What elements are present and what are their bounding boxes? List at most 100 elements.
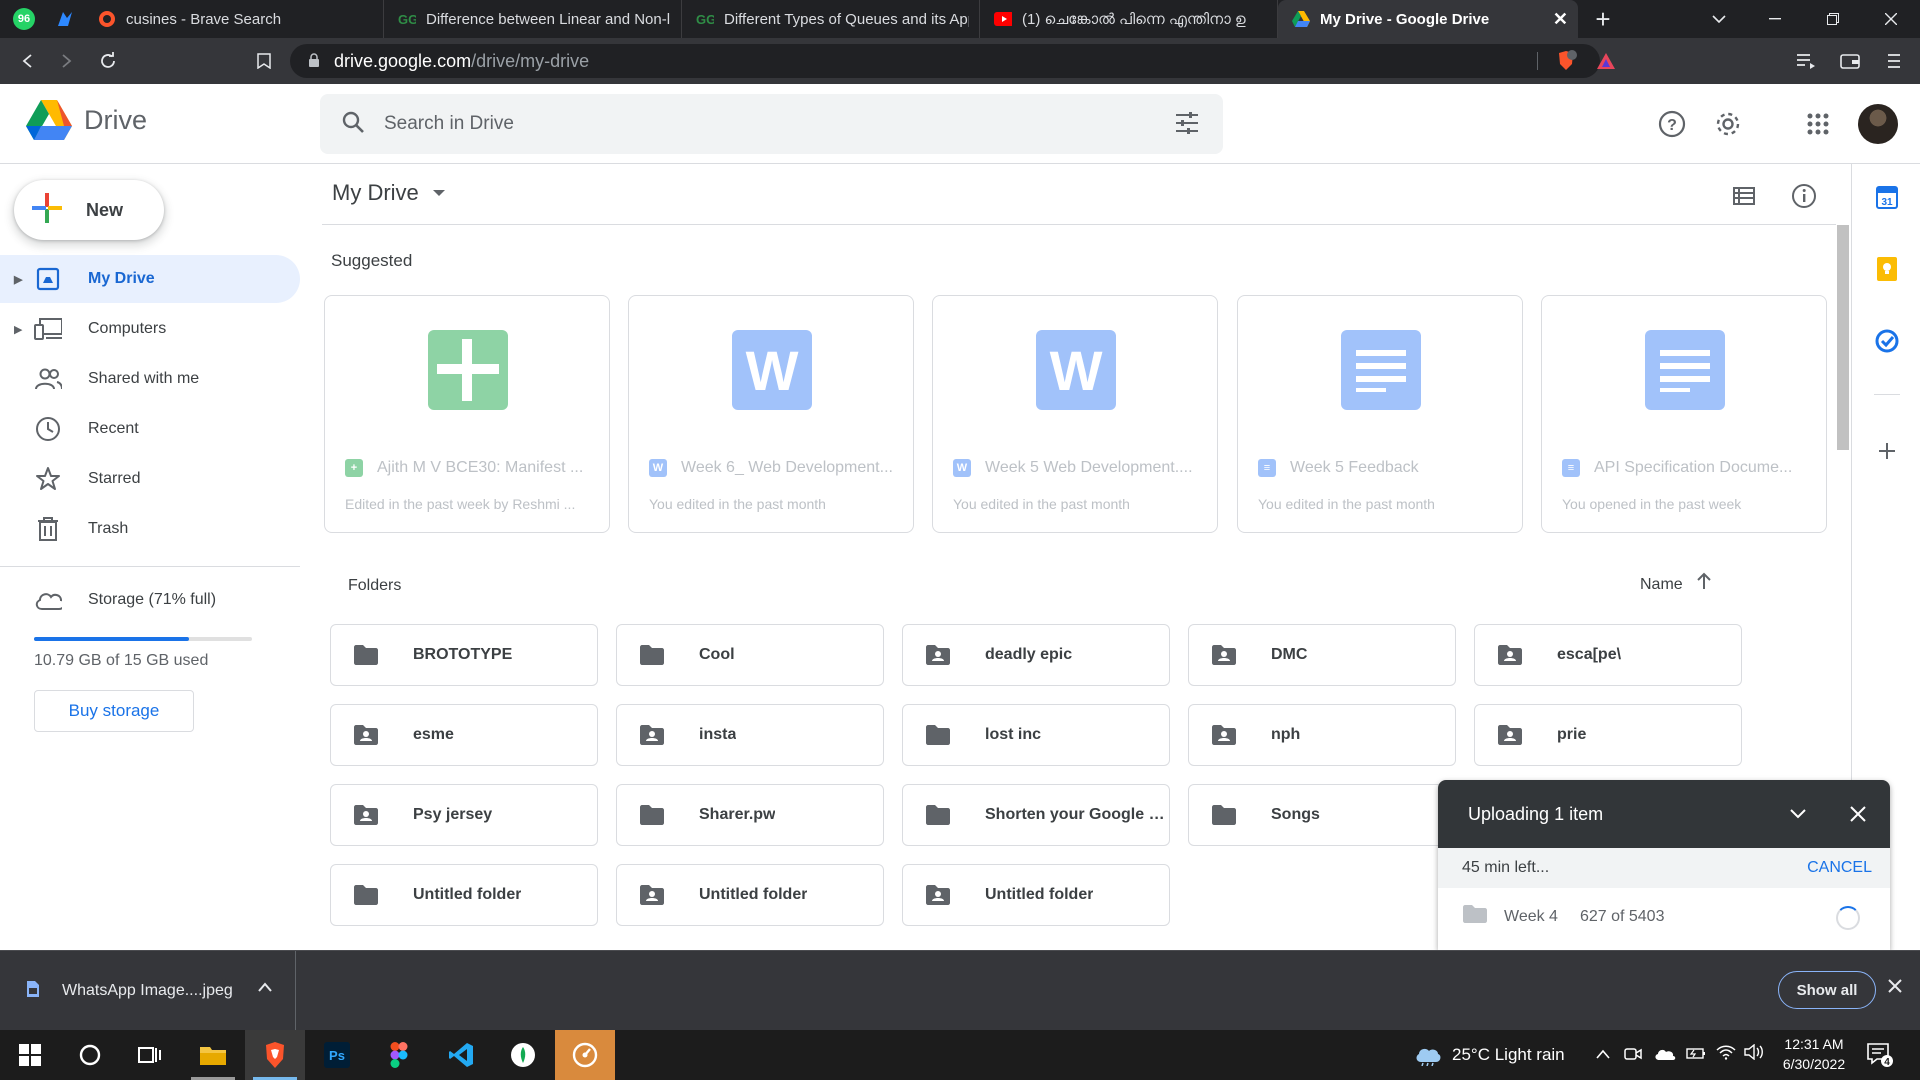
account-avatar[interactable] xyxy=(1858,104,1898,144)
expand-arrow-icon[interactable]: ▶ xyxy=(14,273,22,286)
figma-icon[interactable] xyxy=(369,1030,429,1080)
url-bar[interactable]: drive.google.com/drive/my-drive xyxy=(290,44,1600,78)
close-window-button[interactable] xyxy=(1862,0,1920,38)
drive-logo[interactable]: Drive xyxy=(26,100,147,140)
sidebar-item-my-drive[interactable]: ▶ My Drive xyxy=(0,255,300,303)
chevron-up-icon[interactable] xyxy=(258,979,272,997)
suggested-card[interactable]: + Ajith M V BCE30: Manifest ... Edited i… xyxy=(324,295,610,533)
folder-item[interactable]: Untitled folder xyxy=(616,864,884,926)
page-title[interactable]: My Drive xyxy=(332,180,445,206)
close-download-bar-icon[interactable] xyxy=(1888,979,1902,998)
brave-browser-icon[interactable] xyxy=(245,1030,305,1080)
menu-icon[interactable] xyxy=(1880,47,1908,75)
mongodb-compass-icon[interactable] xyxy=(493,1030,553,1080)
folder-item[interactable]: esme xyxy=(330,704,598,766)
brave-rewards-icon[interactable] xyxy=(1592,47,1620,75)
apps-grid-icon[interactable] xyxy=(1798,104,1838,144)
search-options-icon[interactable] xyxy=(1175,112,1199,139)
messenger-pinned-tab[interactable] xyxy=(54,8,76,30)
tab-youtube[interactable]: (1) ചെങ്കോൽ പിന്നെ എന്തിനാ ഉ xyxy=(980,0,1278,38)
wifi-icon[interactable] xyxy=(1716,1044,1736,1065)
photoshop-icon[interactable]: Ps xyxy=(307,1030,367,1080)
folder-item[interactable]: esca[pe\ xyxy=(1474,624,1742,686)
windows-start-icon[interactable] xyxy=(0,1030,60,1080)
folder-item[interactable]: nph xyxy=(1188,704,1456,766)
folder-item[interactable]: deadly epic xyxy=(902,624,1170,686)
back-arrow-icon[interactable] xyxy=(14,47,42,75)
new-tab-button[interactable]: + xyxy=(1574,0,1632,38)
sort-ascending-arrow-icon[interactable] xyxy=(1696,572,1712,595)
list-view-icon[interactable] xyxy=(1728,180,1760,212)
tab-brave-search[interactable]: cusines - Brave Search xyxy=(84,0,384,38)
sidebar-item-recent[interactable]: Recent xyxy=(0,405,300,453)
folder-item[interactable]: Cool xyxy=(616,624,884,686)
task-view-icon[interactable] xyxy=(120,1030,180,1080)
sort-by-name[interactable]: Name xyxy=(1640,576,1683,594)
sidebar-item-storage[interactable]: Storage (71% full) xyxy=(0,576,300,624)
settings-gear-icon[interactable] xyxy=(1708,104,1748,144)
folder-item[interactable]: Psy jersey xyxy=(330,784,598,846)
weather-text[interactable]: 25°C Light rain xyxy=(1452,1045,1565,1065)
meet-now-icon[interactable] xyxy=(1624,1045,1642,1068)
battery-icon[interactable] xyxy=(1686,1045,1706,1065)
keep-icon[interactable] xyxy=(1874,256,1900,282)
folder-item[interactable]: lost inc xyxy=(902,704,1170,766)
minimize-button[interactable] xyxy=(1746,0,1804,38)
download-item[interactable]: WhatsApp Image....jpeg xyxy=(0,951,296,1031)
tray-chevron-icon[interactable] xyxy=(1596,1044,1610,1064)
folder-item[interactable]: insta xyxy=(616,704,884,766)
vscode-icon[interactable] xyxy=(431,1030,491,1080)
folder-item[interactable]: Shorten your Google Dr... xyxy=(902,784,1170,846)
sidebar-item-starred[interactable]: Starred xyxy=(0,455,300,503)
scrollbar-thumb[interactable] xyxy=(1837,225,1849,450)
volume-icon[interactable] xyxy=(1744,1043,1764,1065)
tab-gfg-linear[interactable]: GG Difference between Linear and Non-lin xyxy=(384,0,682,38)
forward-arrow-icon[interactable] xyxy=(52,47,80,75)
suggested-card[interactable]: W W Week 6_ Web Development... You edite… xyxy=(628,295,914,533)
show-all-button[interactable]: Show all xyxy=(1778,971,1876,1009)
folder-item[interactable]: Songs xyxy=(1188,784,1456,846)
folder-item[interactable]: BROTOTYPE xyxy=(330,624,598,686)
calendar-icon[interactable]: 31 xyxy=(1874,184,1900,210)
sidebar-item-shared-with-me[interactable]: Shared with me xyxy=(0,355,300,403)
system-clock[interactable]: 12:31 AM 6/30/2022 xyxy=(1776,1034,1852,1074)
file-explorer-icon[interactable] xyxy=(183,1030,243,1080)
onedrive-cloud-icon[interactable] xyxy=(1654,1046,1676,1066)
folder-item[interactable]: prie xyxy=(1474,704,1742,766)
notification-center-icon[interactable]: 4 xyxy=(1866,1042,1894,1073)
screen-recorder-icon[interactable] xyxy=(555,1030,615,1080)
folder-item[interactable]: DMC xyxy=(1188,624,1456,686)
wallet-icon[interactable] xyxy=(1836,47,1864,75)
cancel-upload-button[interactable]: CANCEL xyxy=(1807,859,1872,877)
reload-icon[interactable] xyxy=(94,47,122,75)
folder-item[interactable]: Untitled folder xyxy=(902,864,1170,926)
suggested-card[interactable]: ≡ API Specification Docume... You opened… xyxy=(1541,295,1827,533)
info-icon[interactable] xyxy=(1788,180,1820,212)
suggested-card[interactable]: W W Week 5 Web Development.... You edite… xyxy=(932,295,1218,533)
folder-item[interactable]: Untitled folder xyxy=(330,864,598,926)
close-panel-icon[interactable] xyxy=(1846,802,1870,826)
collapse-chevron-icon[interactable] xyxy=(1786,802,1810,826)
cortana-search-icon[interactable] xyxy=(60,1030,120,1080)
add-addon-plus-icon[interactable] xyxy=(1874,438,1900,464)
tasks-icon[interactable] xyxy=(1874,328,1900,354)
whatsapp-pinned-tab[interactable]: 96 xyxy=(13,8,35,30)
bookmark-icon[interactable] xyxy=(250,47,278,75)
playlist-icon[interactable] xyxy=(1792,47,1820,75)
help-icon[interactable]: ? xyxy=(1652,104,1692,144)
expand-arrow-icon[interactable]: ▶ xyxy=(14,323,22,336)
buy-storage-button[interactable]: Buy storage xyxy=(34,690,194,732)
search-icon[interactable] xyxy=(342,111,364,138)
new-button[interactable]: New xyxy=(14,180,164,240)
close-tab-icon[interactable]: ✕ xyxy=(1553,9,1568,30)
tab-google-drive[interactable]: My Drive - Google Drive ✕ xyxy=(1278,0,1578,38)
folder-item[interactable]: Sharer.pw xyxy=(616,784,884,846)
restore-button[interactable] xyxy=(1804,0,1862,38)
sidebar-item-trash[interactable]: Trash xyxy=(0,505,300,553)
sidebar-item-computers[interactable]: ▶ Computers xyxy=(0,305,300,353)
tab-search-chevron-icon[interactable] xyxy=(1690,0,1748,38)
brave-shields-icon[interactable] xyxy=(1552,47,1580,75)
tab-gfg-queues[interactable]: GG Different Types of Queues and its App xyxy=(682,0,980,38)
suggested-card[interactable]: ≡ Week 5 Feedback You edited in the past… xyxy=(1237,295,1523,533)
search-bar[interactable]: Search in Drive xyxy=(320,94,1223,154)
